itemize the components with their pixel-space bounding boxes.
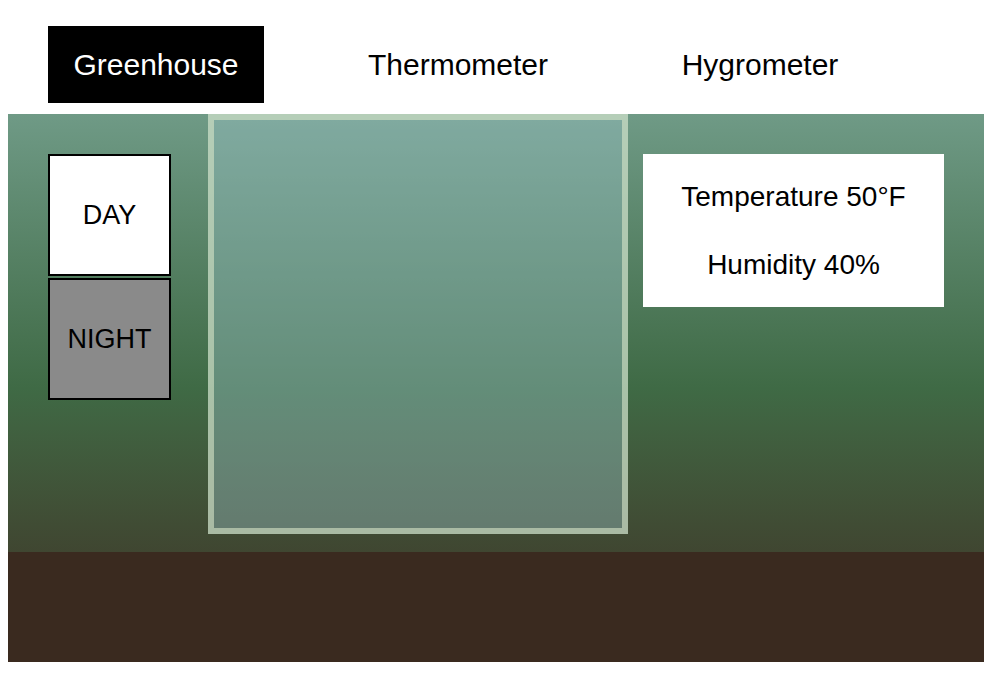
tab[interactable]: Thermometer bbox=[350, 26, 566, 103]
floor bbox=[8, 552, 984, 662]
mode-button[interactable]: NIGHT bbox=[48, 278, 171, 400]
tab[interactable]: Hygrometer bbox=[652, 26, 868, 103]
readings-panel: Temperature 50°F Humidity 40% bbox=[643, 154, 944, 307]
reading: Humidity 40% bbox=[643, 248, 944, 282]
tab-bar: Greenhouse Thermometer Hygrometer bbox=[48, 26, 990, 103]
window-panes bbox=[208, 114, 628, 534]
mode-switch: DAYNIGHT bbox=[48, 154, 171, 400]
mode-button[interactable]: DAY bbox=[48, 154, 171, 276]
tab[interactable]: Greenhouse bbox=[48, 26, 264, 103]
greenhouse-scene: DAYNIGHT Temperature 50°F Humidity 40% bbox=[8, 114, 984, 662]
reading: Temperature 50°F bbox=[643, 180, 944, 214]
app: Greenhouse Thermometer Hygrometer DAYNIGHT… bbox=[0, 0, 990, 662]
